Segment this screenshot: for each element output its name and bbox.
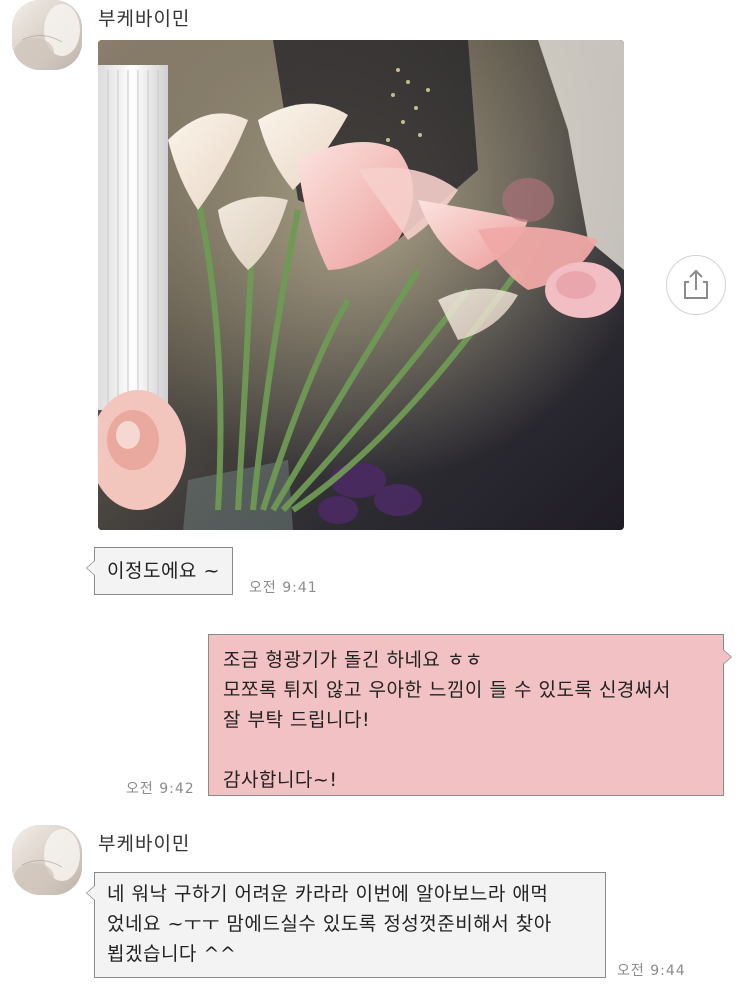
bubble-tail [86, 885, 95, 901]
message-timestamp: 오전 9:44 [617, 963, 686, 979]
share-icon [684, 269, 708, 299]
message-line: 모쪼록 튀지 않고 우아한 느낌이 들 수 있도록 신경써서 [223, 679, 671, 701]
message-line: 감사합니다~! [223, 769, 338, 791]
profile-photo-icon [12, 825, 82, 895]
message-line: 네 워낙 구하기 어려운 카라라 이번에 알아보느라 애먹 [107, 883, 549, 905]
incoming-message-bubble[interactable]: 이정도에요 ~ [86, 547, 233, 595]
sender-name: 부케바이민 [98, 833, 191, 855]
message-line: 잘 부탁 드립니다! [223, 709, 371, 731]
message-line: 었네요 ~ㅜㅜ 맘에드실수 있도록 정성껏준비해서 찾아 [107, 913, 552, 935]
sender-avatar[interactable] [12, 825, 82, 895]
message-line: 조금 형광기가 돌긴 하네요 ㅎㅎ [223, 649, 483, 671]
chat-screen: 부케바이민 이정도에요 ~ 오전 9:41 조금 형광기가 돌긴 하네요 ㅎㅎ … [0, 0, 750, 1008]
message-text: 이정도에요 ~ [107, 560, 220, 582]
sender-name: 부케바이민 [98, 8, 191, 30]
share-button[interactable] [666, 255, 726, 315]
message-timestamp: 오전 9:42 [126, 781, 195, 797]
outgoing-message-bubble[interactable]: 조금 형광기가 돌긴 하네요 ㅎㅎ 모쪼록 튀지 않고 우아한 느낌이 들 수 … [208, 634, 732, 796]
calla-lily-photo-icon [98, 40, 624, 530]
incoming-message-bubble[interactable]: 네 워낙 구하기 어려운 카라라 이번에 알아보느라 애먹 었네요 ~ㅜㅜ 맘에… [86, 872, 606, 978]
message-line: 뵙겠습니다 ^^ [107, 943, 237, 965]
photo-message-calla-lilies[interactable] [98, 40, 624, 530]
profile-photo-icon [12, 0, 82, 70]
sender-avatar[interactable] [12, 0, 82, 70]
message-timestamp: 오전 9:41 [249, 580, 318, 596]
bubble-tail [86, 560, 95, 576]
bubble-tail [723, 649, 732, 665]
